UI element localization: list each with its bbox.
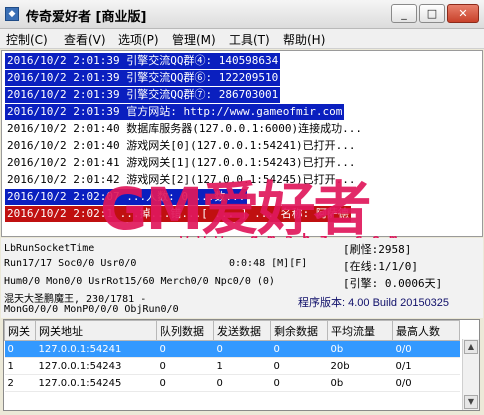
status-panel: LbRunSocketTime Run17/17 Soc0/0 Usr0/0 H…: [1, 238, 483, 318]
title-bar[interactable]: ◆ 传奇爱好者 [商业版] _ □ ✕: [0, 0, 484, 29]
table-cell: 127.0.0.1:54241: [35, 340, 157, 358]
table-cell: 1: [4, 357, 36, 375]
column-header[interactable]: 剩余数据: [270, 320, 328, 341]
column-header[interactable]: 平均流量: [327, 320, 393, 341]
column-header[interactable]: 发送数据: [213, 320, 271, 341]
table-cell: 0b: [327, 340, 393, 358]
status-line: 混天大圣鹏魔王, 230/1781 -: [4, 294, 147, 305]
table-cell: 0: [270, 374, 328, 392]
status-line: MonG0/0/0 MonP0/0/0 ObjRun0/0: [4, 304, 179, 315]
column-header[interactable]: 队列数据: [156, 320, 214, 341]
table-cell: 20b: [327, 357, 393, 375]
table-row[interactable]: 2 127.0.0.1:54245 0 0 0 0b 0/0: [4, 374, 460, 392]
column-header[interactable]: 最高人数: [392, 320, 460, 341]
server-window: ◆ 传奇爱好者 [商业版] _ □ ✕ 控制(C) 查看(V) 选项(P) 管理…: [0, 0, 484, 415]
log-line: 2016/10/2 2:01:39 引擎交流QQ群⑥: 122209510: [5, 70, 281, 86]
table-row[interactable]: 1 127.0.0.1:54243 0 1 0 20b 0/1: [4, 357, 460, 375]
log-line: 2016/10/2 2:01:41 游戏网关[1](127.0.0.1:5424…: [7, 156, 356, 169]
gateway-table[interactable]: 网关 网关地址 队列数据 发送数据 剩余数据 平均流量 最高人数 0 127.0…: [3, 319, 480, 411]
table-cell: 0/1: [392, 357, 460, 375]
status-line: Run17/17 Soc0/0 Usr0/0: [4, 258, 137, 269]
table-cell: 0b: [327, 374, 393, 392]
table-cell: 0/0: [392, 340, 460, 358]
minimize-icon: _: [401, 7, 407, 20]
close-icon: ✕: [458, 7, 468, 20]
scroll-up-arrow-icon[interactable]: ▲: [464, 340, 478, 354]
version-label: 程序版本: 4.00 Build 20150325: [298, 297, 450, 309]
menu-manage[interactable]: 管理(M): [172, 31, 216, 48]
menu-bar: 控制(C) 查看(V) 选项(P) 管理(M) 工具(T) 帮助(H): [0, 29, 484, 49]
online-count: [在线:1/1/0]: [343, 260, 418, 273]
menu-help[interactable]: 帮助(H): [283, 31, 325, 48]
engine-uptime: [引擎: 0.0006天]: [343, 277, 443, 290]
menu-tools[interactable]: 工具(T): [229, 31, 270, 48]
runtime-timer: 0:0:48 [M][F]: [229, 258, 308, 269]
table-cell: 0: [156, 340, 214, 358]
log-line: 2016/10/2 2:02:1 ...掉...错...[ ... ] ... …: [5, 206, 351, 222]
table-cell: 0: [270, 340, 328, 358]
menu-options[interactable]: 选项(P): [118, 31, 159, 48]
log-line: 2016/10/2 2:01:42 游戏网关[2](127.0.0.1:5424…: [7, 173, 356, 186]
log-line: 2016/10/2 2:01:39 引擎交流QQ群④: 140598634: [5, 53, 281, 69]
table-cell: 0: [4, 340, 36, 358]
table-cell: 0: [156, 357, 214, 375]
log-line: 2016/10/2 2:01:39 引擎交流QQ群⑦: 286703001: [5, 87, 281, 103]
status-line: Hum0/0 Mon0/0 UsrRot15/60 Merch0/0 Npc0/…: [4, 276, 275, 287]
maximize-button[interactable]: □: [419, 4, 445, 23]
table-cell: 0: [213, 374, 271, 392]
table-cell: 127.0.0.1:54245: [35, 374, 157, 392]
column-header[interactable]: 网关: [4, 320, 36, 341]
status-line: LbRunSocketTime: [4, 243, 95, 254]
log-line: 2016/10/2 2:01:39 官方网站: http://www.gameo…: [5, 104, 345, 120]
column-header[interactable]: 网关地址: [35, 320, 157, 341]
table-header: 网关 网关地址 队列数据 发送数据 剩余数据 平均流量 最高人数: [4, 320, 460, 341]
table-row[interactable]: 0 127.0.0.1:54241 0 0 0 0b 0/0: [4, 340, 460, 358]
table-cell: 127.0.0.1:54243: [35, 357, 157, 375]
maximize-icon: □: [426, 7, 438, 20]
scroll-down-arrow-icon[interactable]: ▼: [464, 395, 478, 409]
monster-count: [刷怪:2958]: [343, 243, 412, 256]
table-cell: 2: [4, 374, 36, 392]
table-cell: 0: [156, 374, 214, 392]
table-cell: 0: [270, 357, 328, 375]
log-line: 2016/10/2 2:01:40 数据库服务器(127.0.0.1:6000)…: [7, 122, 363, 135]
menu-control[interactable]: 控制(C): [6, 31, 48, 48]
minimize-button[interactable]: _: [391, 4, 417, 23]
window-title: 传奇爱好者 [商业版]: [26, 10, 147, 25]
app-icon[interactable]: ◆: [5, 7, 19, 21]
log-line: 2016/10/2 2:01:40 游戏网关[0](127.0.0.1:5424…: [7, 139, 356, 152]
log-panel[interactable]: 2016/10/2 2:01:39 引擎交流QQ群④: 140598634 20…: [1, 50, 483, 237]
table-cell: 0: [213, 340, 271, 358]
close-button[interactable]: ✕: [447, 4, 479, 23]
vertical-scrollbar[interactable]: ▲ ▼: [462, 339, 479, 410]
menu-view[interactable]: 查看(V): [64, 31, 106, 48]
log-line: 2016/10/2 2:02:07 ...人数: 0 ...数...: [5, 189, 248, 205]
table-cell: 0/0: [392, 374, 460, 392]
table-cell: 1: [213, 357, 271, 375]
